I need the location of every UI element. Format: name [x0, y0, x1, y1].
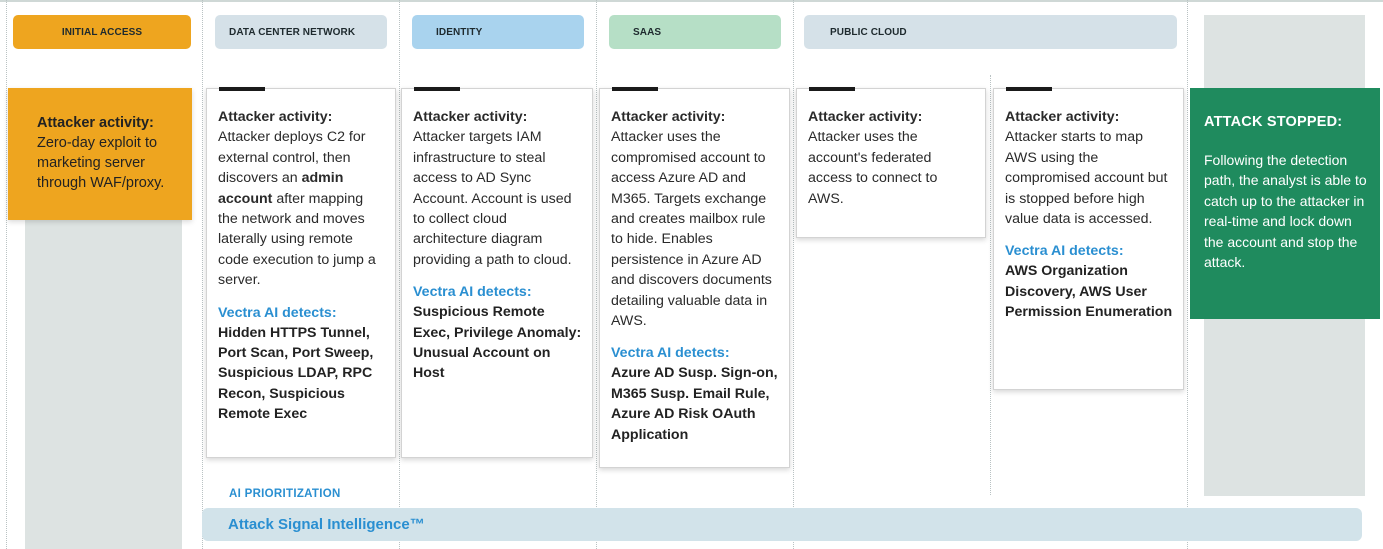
- card-accent-bar: [809, 87, 855, 91]
- data-center-title: Attacker activity:: [218, 109, 333, 125]
- saas-card: Attacker activity: Attacker uses the com…: [599, 87, 790, 468]
- identity-detect-label: Vectra AI detects:: [413, 284, 532, 301]
- header-label: INITIAL ACCESS: [61, 26, 143, 38]
- public-cloud-1-body: Attacker uses the account's federated ac…: [808, 129, 938, 207]
- header-label: IDENTITY: [436, 26, 483, 38]
- card-accent-bar: [612, 87, 658, 91]
- card-accent-bar: [219, 87, 265, 91]
- ai-prioritization-label: AI PRIORITIZATION: [229, 488, 341, 500]
- lane-divider: [1187, 0, 1188, 549]
- initial-access-band: [25, 210, 182, 549]
- header-saas: SAAS: [609, 15, 781, 49]
- lane-divider: [596, 0, 597, 549]
- public-cloud-2-detections: AWS Organization Discovery, AWS User Per…: [1005, 263, 1173, 321]
- data-center-detect-label: Vectra AI detects:: [218, 304, 337, 321]
- identity-title: Attacker activity:: [413, 109, 528, 125]
- public-cloud-card-1: Attacker activity: Attacker uses the acc…: [796, 87, 986, 238]
- data-center-detections: Hidden HTTPS Tunnel, Port Scan, Port Swe…: [218, 324, 374, 423]
- saas-title: Attacker activity:: [611, 109, 726, 125]
- identity-card: Attacker activity: Attacker targets IAM …: [401, 87, 593, 458]
- lane-divider: [202, 0, 203, 549]
- saas-detections: Azure AD Susp. Sign-on, M365 Susp. Email…: [611, 365, 778, 443]
- data-center-card: Attacker activity: Attacker deploys C2 f…: [206, 87, 396, 458]
- header-initial-access: INITIAL ACCESS: [13, 15, 191, 49]
- saas-detect-label: Vectra AI detects:: [611, 345, 730, 362]
- lane-divider: [6, 0, 7, 549]
- header-identity: IDENTITY: [412, 15, 584, 49]
- identity-body: Attacker targets IAM infrastructure to s…: [413, 129, 572, 268]
- lane-divider: [990, 75, 991, 495]
- public-cloud-1-title: Attacker activity:: [808, 109, 923, 125]
- attack-signal-bar: Attack Signal Intelligence™: [202, 508, 1362, 541]
- public-cloud-2-body: Attacker starts to map AWS using the com…: [1005, 129, 1168, 228]
- card-accent-bar: [414, 87, 460, 91]
- initial-access-card: Attacker activity: Zero-day exploit to m…: [8, 88, 192, 220]
- attack-stopped-card: ATTACK STOPPED: Following the detection …: [1190, 88, 1380, 319]
- lane-divider: [399, 0, 400, 549]
- attack-signal-label: Attack Signal Intelligence™: [228, 516, 425, 533]
- public-cloud-2-title: Attacker activity:: [1005, 109, 1120, 125]
- header-label: PUBLIC CLOUD: [830, 26, 907, 38]
- identity-detections: Suspicious Remote Exec, Privilege Anomal…: [413, 304, 582, 382]
- initial-access-title: Attacker activity:: [37, 115, 154, 131]
- public-cloud-card-2: Attacker activity: Attacker starts to ma…: [993, 87, 1184, 390]
- header-label: SAAS: [633, 26, 662, 38]
- lane-divider: [793, 0, 794, 549]
- top-rule: [0, 0, 1383, 2]
- header-public-cloud: PUBLIC CLOUD: [804, 15, 1177, 49]
- header-data-center-network: DATA CENTER NETWORK: [215, 15, 387, 49]
- initial-access-body: Zero-day exploit to marketing server thr…: [37, 135, 165, 191]
- card-accent-bar: [1006, 87, 1052, 91]
- attack-stopped-body: Following the detection path, the analys…: [1204, 152, 1367, 271]
- attack-stopped-title: ATTACK STOPPED:: [1204, 114, 1343, 130]
- public-cloud-2-detect-label: Vectra AI detects:: [1005, 243, 1124, 260]
- header-label: DATA CENTER NETWORK: [229, 26, 356, 38]
- saas-body: Attacker uses the compromised account to…: [611, 129, 772, 330]
